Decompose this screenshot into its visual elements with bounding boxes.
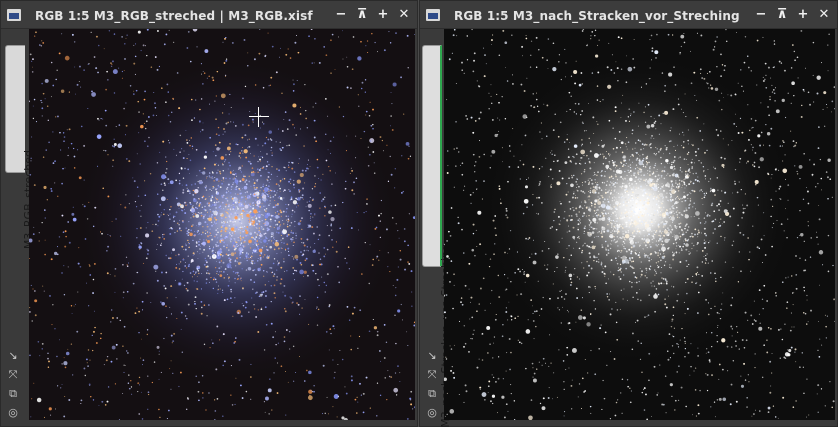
image-window-rgb-streched[interactable]: RGB 1:5 M3_RGB_streched | M3_RGB.xisf − … — [0, 0, 418, 427]
resize-icon[interactable]: ↘ — [6, 349, 20, 363]
resize-icon[interactable]: ↘ — [425, 349, 439, 363]
minimize-button[interactable]: − — [754, 7, 768, 23]
window-titlebar[interactable]: RGB 1:5 M3_nach_Stracken_vor_Streching −… — [420, 1, 837, 29]
shade-button[interactable]: ⊼ — [355, 7, 369, 23]
target-icon[interactable]: ◎ — [6, 406, 20, 420]
minimize-button[interactable]: − — [334, 7, 348, 23]
view-tab-rgb-streched[interactable]: M3_RGB_streched — [5, 45, 35, 249]
m3-white-cluster-image — [444, 29, 835, 420]
clone-view-icon[interactable]: ⧉ — [425, 387, 439, 401]
image-view-white[interactable] — [444, 29, 835, 420]
view-sidebar: M3_RGB_streched ↘ ⤧ ⧉ ◎ — [1, 29, 35, 426]
maximize-button[interactable]: + — [376, 7, 390, 23]
image-window-icon — [7, 9, 21, 21]
image-window-icon — [426, 9, 440, 21]
clone-view-icon[interactable]: ⧉ — [6, 387, 20, 401]
fit-view-icon[interactable]: ⤧ — [6, 368, 20, 382]
close-button[interactable]: ✕ — [817, 7, 831, 23]
window-title: RGB 1:5 M3_nach_Stracken_vor_Streching — [454, 9, 740, 23]
shade-button[interactable]: ⊼ — [775, 7, 789, 23]
window-title: RGB 1:5 M3_RGB_streched | M3_RGB.xisf — [35, 9, 313, 23]
m3-colored-cluster-image — [29, 29, 415, 420]
close-button[interactable]: ✕ — [397, 7, 411, 23]
fit-view-icon[interactable]: ⤧ — [425, 368, 439, 382]
maximize-button[interactable]: + — [796, 7, 810, 23]
image-view-colored[interactable] — [29, 29, 415, 420]
window-titlebar[interactable]: RGB 1:5 M3_RGB_streched | M3_RGB.xisf − … — [1, 1, 417, 29]
image-window-nach-stracken[interactable]: RGB 1:5 M3_nach_Stracken_vor_Streching −… — [419, 0, 838, 427]
target-icon[interactable]: ◎ — [425, 406, 439, 420]
view-tab-nach-stracken[interactable]: M3_nach_Stracken_vor_Streching — [422, 45, 452, 427]
view-sidebar: M3_nach_Stracken_vor_Streching ↘ ⤧ ⧉ ◎ — [420, 29, 452, 427]
